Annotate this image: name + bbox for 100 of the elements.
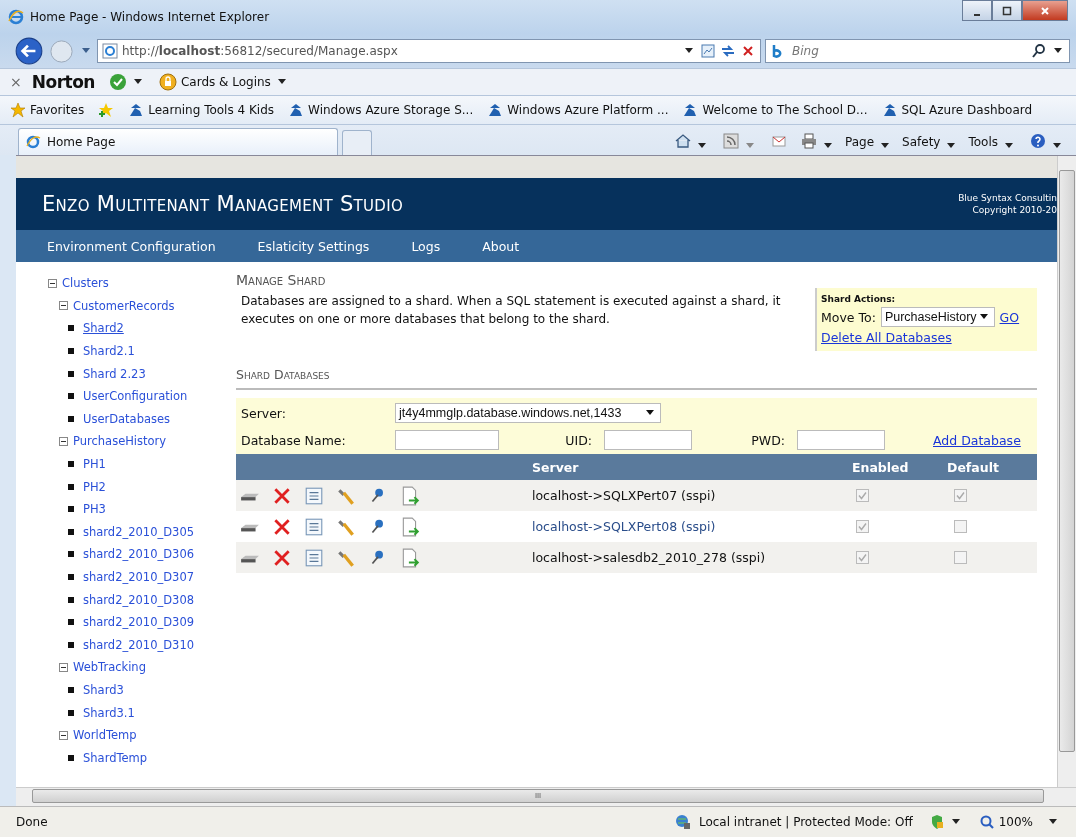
default-checkbox[interactable] [954, 489, 967, 502]
dropdown-arrow-icon[interactable] [947, 143, 956, 149]
check-circle-icon[interactable] [108, 73, 127, 91]
tree-item[interactable]: Shard3 [83, 683, 124, 697]
export-page-icon[interactable] [400, 516, 420, 537]
page-icon [487, 102, 504, 118]
tree-item[interactable]: Shard3.1 [83, 705, 135, 720]
go-link[interactable]: GO [999, 309, 1020, 325]
nav-link[interactable]: Environment Configuration [47, 238, 216, 254]
tree-item[interactable]: WorldTemp [73, 728, 137, 743]
collapse-icon[interactable] [59, 436, 68, 446]
help-icon[interactable] [1030, 133, 1046, 149]
favorite-link[interactable]: Welcome to The School D... [702, 103, 868, 117]
favorite-link[interactable]: SQL Azure Dashboard [901, 103, 1033, 117]
collapse-icon[interactable] [59, 662, 68, 672]
padlock-icon[interactable] [158, 73, 177, 91]
home-icon[interactable] [675, 133, 691, 149]
pwd-field[interactable] [797, 430, 885, 450]
tree-item[interactable]: Clusters [62, 276, 109, 291]
zoom-level[interactable]: 100% [998, 815, 1033, 829]
dropdown-arrow-icon[interactable] [824, 143, 832, 149]
dropdown-arrow-icon[interactable] [133, 79, 142, 85]
column-header: Server [532, 459, 580, 475]
mail-icon[interactable] [771, 133, 787, 149]
tree-item[interactable]: shard2_2010_D307 [83, 570, 195, 584]
command-menu[interactable]: Page [845, 135, 875, 149]
default-checkbox[interactable] [954, 520, 967, 533]
dropdown-arrow-icon[interactable] [1049, 819, 1057, 825]
dropdown-arrow-icon[interactable] [951, 819, 960, 825]
dropdown-arrow-icon[interactable] [1054, 48, 1062, 54]
vertical-scrollbar[interactable] [1057, 156, 1076, 787]
add-favorite-icon[interactable] [98, 102, 115, 118]
search-icon[interactable] [1031, 43, 1047, 59]
command-menu[interactable]: Safety [902, 135, 941, 149]
zoom-icon[interactable] [978, 814, 995, 830]
nav-link[interactable]: Logs [411, 238, 441, 254]
collapse-icon[interactable] [59, 301, 68, 311]
tree-item[interactable]: Shard 2.23 [83, 366, 146, 381]
collapse-icon[interactable] [48, 278, 57, 288]
favorites-button[interactable]: Favorites [30, 103, 85, 117]
list-icon[interactable] [304, 516, 324, 537]
norton-menu[interactable]: Norton [31, 72, 95, 92]
dropdown-arrow-icon[interactable] [1005, 143, 1013, 149]
tree-item[interactable]: UserConfiguration [83, 389, 188, 404]
enabled-checkbox[interactable] [856, 489, 869, 502]
minimize-button[interactable] [962, 0, 992, 21]
tree-item[interactable]: CustomerRecords [73, 298, 175, 313]
toolbar-close-button[interactable]: × [10, 74, 22, 90]
dropdown-arrow-icon[interactable] [698, 143, 706, 149]
tree-item[interactable]: shard2_2010_D308 [83, 592, 195, 607]
tree-item[interactable]: PH2 [83, 479, 106, 494]
database-name-field[interactable] [395, 430, 499, 450]
default-checkbox[interactable] [954, 551, 967, 564]
export-page-icon[interactable] [400, 547, 420, 568]
export-page-icon[interactable] [400, 485, 420, 506]
tree-item[interactable]: shard2_2010_D305 [83, 524, 195, 539]
tree-item[interactable]: PurchaseHistory [73, 434, 167, 449]
dropdown-arrow-icon[interactable] [685, 48, 693, 54]
dropdown-arrow-icon[interactable] [1053, 143, 1061, 149]
browser-tab[interactable]: Home Page [18, 128, 338, 155]
back-button[interactable] [14, 36, 44, 66]
printer-icon[interactable] [801, 133, 817, 149]
favorite-link[interactable]: Windows Azure Platform ... [507, 103, 669, 117]
add-database-link[interactable]: Add Database [933, 432, 1021, 448]
tree-item[interactable]: UserDatabases [83, 411, 171, 426]
dropdown-arrow-icon[interactable] [277, 79, 286, 85]
security-zone: Local intranet | Protected Mode: Off [698, 815, 913, 829]
dropdown-arrow-icon[interactable] [881, 143, 890, 149]
favorite-link[interactable]: Windows Azure Storage S... [308, 103, 474, 117]
close-button[interactable] [1022, 0, 1068, 21]
feed-icon[interactable] [723, 133, 739, 149]
tree-item[interactable]: ShardTemp [83, 750, 148, 765]
uid-field[interactable] [604, 430, 692, 450]
enabled-checkbox[interactable] [856, 551, 869, 564]
cards-logins-menu[interactable]: Cards & Logins [180, 75, 271, 89]
search-field[interactable]: Bing [790, 43, 1027, 59]
command-menu[interactable]: Tools [968, 135, 998, 149]
favorite-link[interactable]: Learning Tools 4 Kids [148, 103, 275, 117]
tree-item[interactable]: WebTracking [73, 660, 146, 675]
tree-item[interactable]: Shard2.1 [83, 344, 135, 359]
tree-item[interactable]: PH1 [83, 457, 106, 472]
tree-item[interactable]: shard2_2010_D310 [83, 637, 195, 652]
address-field[interactable]: http://localhost:56812/secured/Manage.aspx [97, 39, 761, 63]
refresh-icon[interactable] [720, 43, 736, 59]
delete-all-link[interactable]: Delete All Databases [821, 330, 1033, 345]
maximize-button[interactable] [992, 0, 1022, 21]
compatibility-icon[interactable] [700, 43, 716, 59]
tree-item[interactable]: shard2_2010_D306 [83, 547, 195, 562]
tree-item[interactable]: PH3 [83, 502, 106, 517]
server-dropdown[interactable]: jt4y4mmglp.database.windows.net,1433 [395, 403, 661, 423]
list-icon[interactable] [304, 485, 324, 506]
collapse-icon[interactable] [59, 730, 68, 740]
nav-link[interactable]: About [482, 238, 520, 254]
move-to-dropdown[interactable]: PurchaseHistory [880, 307, 995, 327]
nav-link[interactable]: Eslaticity Settings [257, 238, 370, 254]
tree-item[interactable]: shard2_2010_D309 [83, 615, 195, 630]
search-box[interactable]: Bing [765, 39, 1070, 63]
list-icon[interactable] [304, 547, 324, 568]
enabled-checkbox[interactable] [856, 520, 869, 533]
tree-item[interactable]: Shard2 [83, 321, 124, 336]
